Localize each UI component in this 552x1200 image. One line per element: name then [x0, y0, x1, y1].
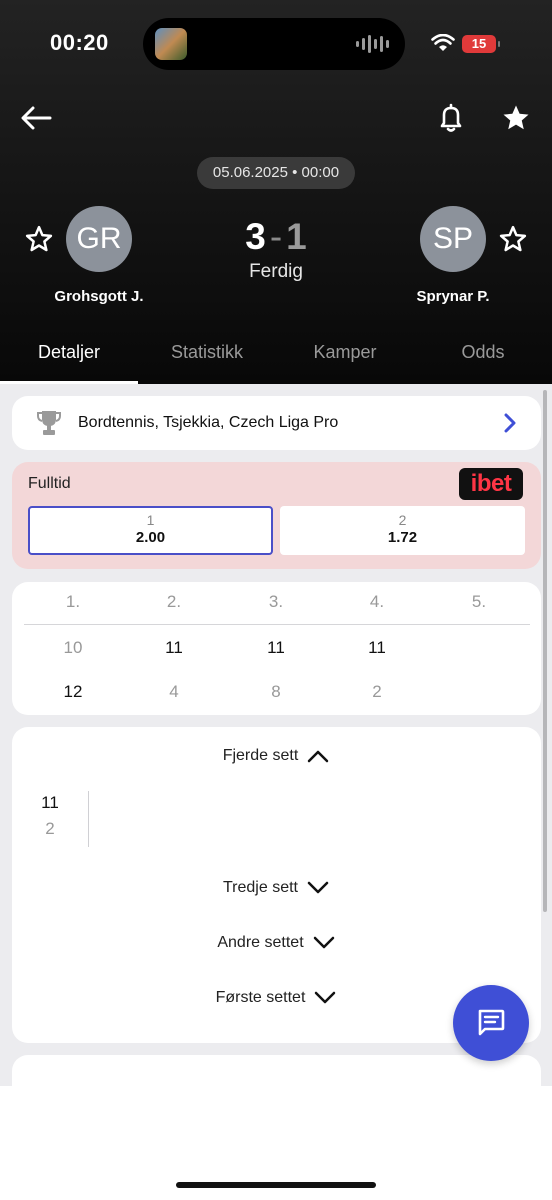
- chevron-right-icon: [504, 413, 516, 433]
- battery-indicator: 15: [462, 35, 500, 53]
- set-header: 2.: [166, 592, 182, 611]
- chevron-down-icon: [315, 991, 336, 1004]
- divider: [88, 791, 89, 847]
- set-scores-card: 1. 2. 3. 4. 5. 10 11 11 11 12 4 8 2: [12, 582, 541, 715]
- back-button[interactable]: [16, 100, 56, 136]
- set-score: 11: [368, 638, 386, 657]
- favorite-match-button[interactable]: [498, 100, 534, 136]
- set-section-title: Første settet: [215, 989, 306, 1006]
- tab-odds[interactable]: Odds: [414, 334, 552, 384]
- divider: [24, 624, 530, 625]
- score: 3-1: [236, 216, 316, 258]
- score-separator: -: [269, 216, 283, 257]
- set-score: 11: [165, 638, 183, 657]
- set-score: 10: [63, 638, 83, 657]
- trophy-icon: [37, 411, 61, 435]
- odds-label: 2: [398, 512, 407, 528]
- chat-button[interactable]: [453, 985, 529, 1061]
- set-details-card: Fjerde sett 11 2 Tredje sett Andre sette…: [12, 727, 541, 1043]
- set-section-second[interactable]: Andre settet: [12, 934, 541, 952]
- odds-title: Fulltid: [28, 475, 71, 492]
- match-header: 00:20 15 05.06.2025 • 00:00 GR Grohsgott…: [0, 0, 552, 384]
- scrollbar[interactable]: [543, 390, 547, 912]
- away-score: 1: [286, 216, 307, 257]
- set-header-row: 1. 2. 3. 4. 5.: [12, 592, 541, 622]
- arrow-left-icon: [21, 106, 52, 130]
- set-section-title: Fjerde sett: [222, 747, 299, 764]
- set-section-third[interactable]: Tredje sett: [12, 879, 541, 897]
- tab-matches[interactable]: Kamper: [276, 334, 414, 384]
- set-points: 11 2: [40, 793, 60, 839]
- odds-option-away[interactable]: 2 1.72: [280, 506, 525, 555]
- now-playing-artwork-icon: [155, 28, 187, 60]
- status-time: 00:20: [50, 30, 109, 55]
- set-header: 1.: [65, 592, 81, 611]
- star-icon: [503, 105, 529, 130]
- set-header: 3.: [268, 592, 284, 611]
- home-indicator: [176, 1182, 376, 1188]
- tab-details[interactable]: Detaljer: [0, 334, 138, 384]
- odds-label: 1: [146, 512, 155, 528]
- odds-value: 1.72: [387, 529, 418, 546]
- home-score: 3: [245, 216, 266, 257]
- home-avatar[interactable]: GR: [66, 206, 132, 272]
- set-header: 4.: [369, 592, 385, 611]
- dynamic-island: [143, 18, 405, 70]
- chat-icon: [478, 1009, 505, 1036]
- away-set-row: 12 4 8 2: [12, 682, 541, 712]
- set-section-title: Andre settet: [217, 934, 304, 951]
- odds-card: Fulltid ibet 1 2.00 2 1.72: [12, 462, 541, 569]
- audio-waveform-icon: [356, 34, 389, 54]
- away-team-name[interactable]: Sprynar P.: [388, 288, 518, 305]
- star-outline-icon[interactable]: [498, 224, 528, 254]
- star-outline-icon[interactable]: [24, 224, 54, 254]
- set-score: 4: [169, 682, 179, 701]
- away-avatar[interactable]: SP: [420, 206, 486, 272]
- set-header: 5.: [471, 592, 487, 611]
- league-name: Bordtennis, Tsjekkia, Czech Liga Pro: [78, 414, 339, 431]
- notifications-button[interactable]: [434, 100, 468, 136]
- home-team-name[interactable]: Grohsgott J.: [34, 288, 164, 305]
- tab-statistics[interactable]: Statistikk: [138, 334, 276, 384]
- chevron-down-icon: [307, 881, 329, 894]
- next-section-card: [12, 1055, 541, 1086]
- set-section-fourth[interactable]: Fjerde sett: [12, 747, 541, 765]
- match-status: Ferdig: [249, 261, 303, 282]
- set-score: 2: [372, 682, 382, 701]
- home-points: 11: [41, 793, 59, 812]
- set-score: 11: [267, 638, 285, 657]
- odds-value: 2.00: [135, 529, 166, 546]
- chevron-up-icon: [308, 750, 329, 763]
- chevron-down-icon: [313, 936, 334, 949]
- set-section-title: Tredje sett: [223, 879, 298, 896]
- set-score: 8: [271, 682, 281, 701]
- bookmaker-logo[interactable]: ibet: [459, 468, 523, 500]
- match-tabs: Detaljer Statistikk Kamper Odds: [0, 334, 552, 384]
- wifi-icon: [431, 34, 455, 51]
- away-points: 2: [45, 819, 55, 838]
- details-content[interactable]: Bordtennis, Tsjekkia, Czech Liga Pro Ful…: [0, 384, 552, 1086]
- league-row[interactable]: Bordtennis, Tsjekkia, Czech Liga Pro: [12, 396, 541, 450]
- odds-option-home[interactable]: 1 2.00: [28, 506, 273, 555]
- set-score: 12: [63, 682, 83, 701]
- home-set-row: 10 11 11 11: [12, 638, 541, 668]
- bell-icon: [440, 103, 462, 132]
- match-date: 05.06.2025 • 00:00: [197, 157, 355, 189]
